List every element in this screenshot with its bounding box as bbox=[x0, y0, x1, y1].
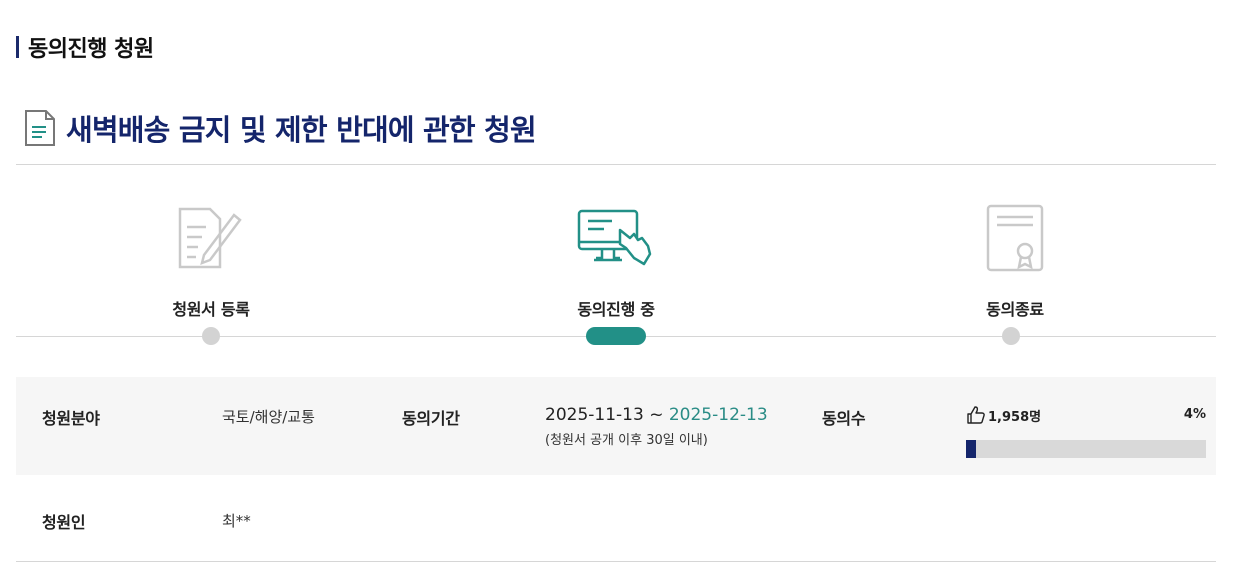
section-heading: 동의진행 청원 bbox=[16, 32, 154, 62]
step-label: 동의진행 중 bbox=[577, 300, 655, 319]
step-in-progress: 동의진행 중 bbox=[516, 200, 716, 320]
field-label: 청원분야 bbox=[42, 409, 100, 428]
document-icon bbox=[25, 110, 55, 146]
certificate-icon bbox=[986, 204, 1044, 272]
period-end: 2025-12-13 bbox=[668, 405, 768, 425]
document-pen-icon bbox=[178, 207, 242, 269]
step-dot-closed bbox=[1002, 327, 1020, 345]
agree-count-label: 동의수 bbox=[822, 409, 866, 428]
period-note: (청원서 공개 이후 30일 이내) bbox=[545, 433, 708, 448]
agree-progress-fill bbox=[966, 440, 976, 458]
step-label: 동의종료 bbox=[986, 300, 1044, 319]
step-label: 청원서 등록 bbox=[172, 300, 250, 319]
period-label: 동의기간 bbox=[402, 409, 460, 428]
agree-count: 1,958명 bbox=[966, 405, 1041, 425]
section-title: 동의진행 청원 bbox=[28, 37, 154, 62]
agree-count-value: 1,958명 bbox=[988, 409, 1042, 425]
petitioner-label: 청원인 bbox=[42, 513, 86, 532]
info-row-petitioner: 청원인 최** bbox=[16, 475, 1216, 562]
info-row-summary: 청원분야 국토/해양/교통 동의기간 2025-11-13 ~ 2025-12-… bbox=[16, 377, 1216, 475]
period-start: 2025-11-13 bbox=[545, 405, 644, 425]
step-indicator-current bbox=[586, 327, 646, 345]
petition-title-row: 새벽배송 금지 및 제한 반대에 관한 청원 bbox=[24, 108, 537, 148]
step-register: 청원서 등록 bbox=[111, 200, 311, 320]
step-closed: 동의종료 bbox=[915, 200, 1115, 320]
heading-accent-bar bbox=[16, 36, 19, 58]
period-separator: ~ bbox=[643, 405, 669, 425]
step-dot-register bbox=[202, 327, 220, 345]
agree-period: 2025-11-13 ~ 2025-12-13 bbox=[545, 405, 768, 425]
field-value: 국토/해양/교통 bbox=[222, 408, 315, 426]
petitioner-value: 최** bbox=[222, 512, 251, 530]
title-divider bbox=[16, 164, 1216, 165]
petition-title: 새벽배송 금지 및 제한 반대에 관한 청원 bbox=[66, 113, 537, 147]
thumbs-up-icon bbox=[967, 406, 985, 424]
agree-percent: 4% bbox=[1183, 407, 1206, 422]
monitor-hand-icon bbox=[577, 209, 652, 266]
agree-progress-bar bbox=[966, 440, 1206, 458]
